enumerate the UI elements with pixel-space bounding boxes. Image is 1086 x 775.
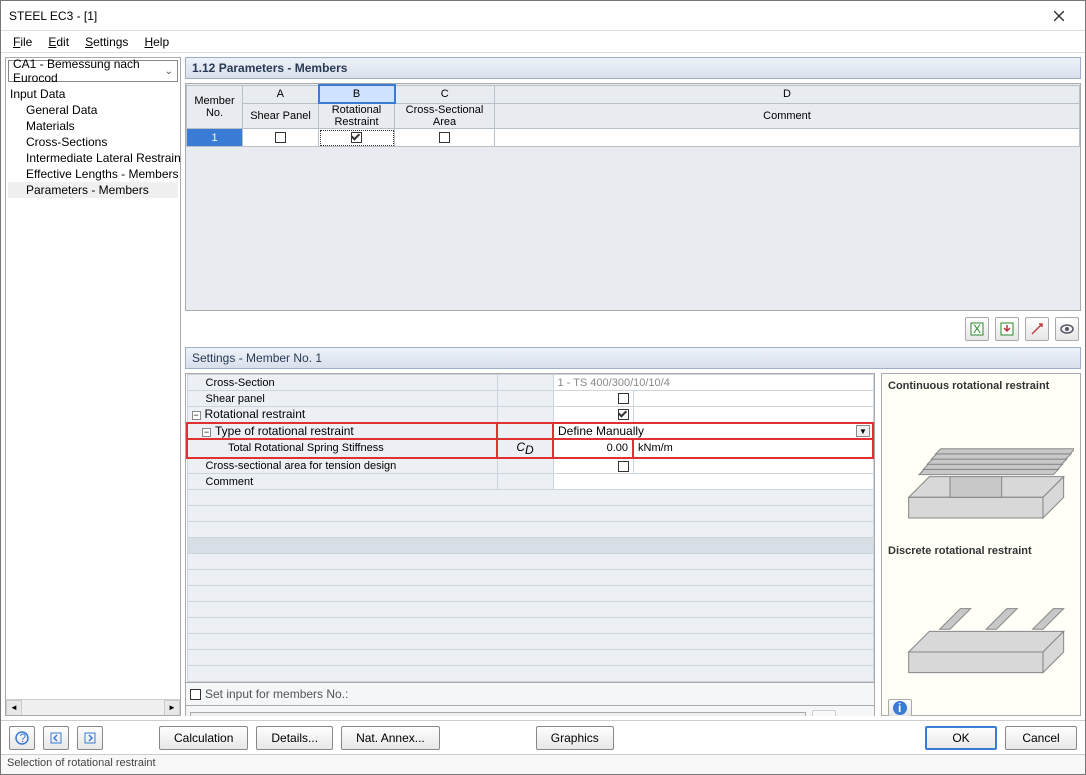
details-button[interactable]: Details... — [256, 726, 333, 750]
col-rot[interactable]: Rotational Restraint — [319, 103, 395, 129]
setinput-check[interactable]: Set input for members No.: — [190, 687, 348, 701]
annex-button[interactable]: Nat. Annex... — [341, 726, 440, 750]
prev-button[interactable] — [43, 726, 69, 750]
export-excel-button[interactable]: X — [965, 317, 989, 341]
col-shear[interactable]: Shear Panel — [243, 103, 319, 129]
prop-cross-section-value: 1 - TS 400/300/10/10/4 — [553, 375, 873, 391]
cell-comment-1[interactable] — [495, 129, 1080, 147]
menu-help[interactable]: Help — [136, 33, 177, 51]
prop-stiffness-unit: kNm/m — [633, 439, 873, 458]
prop-type-label[interactable]: −Type of rotational restraint — [187, 423, 497, 439]
checkbox-icon[interactable] — [618, 393, 629, 404]
tree-root[interactable]: Input Data — [8, 86, 178, 102]
checkbox-checked-icon[interactable] — [618, 409, 629, 420]
checkbox-icon[interactable] — [618, 461, 629, 472]
settings-title: Settings - Member No. 1 — [185, 347, 1081, 369]
close-button[interactable] — [1037, 2, 1081, 30]
prop-shear-panel-value[interactable] — [553, 391, 633, 407]
discrete-restraint-image — [888, 559, 1074, 693]
checkbox-icon[interactable] — [275, 132, 286, 143]
tree-item-materials[interactable]: Materials — [8, 118, 178, 134]
prop-rotational-value[interactable] — [553, 407, 633, 423]
col-member-no[interactable]: Member No. — [187, 85, 243, 129]
prop-comment-value[interactable] — [553, 474, 873, 490]
view-button[interactable] — [1055, 317, 1079, 341]
properties-grid: Cross-Section 1 - TS 400/300/10/10/4 She… — [185, 373, 875, 683]
col-cross[interactable]: Cross-Sectional Area — [395, 103, 495, 129]
all-check[interactable]: All — [842, 715, 870, 716]
collapse-icon[interactable]: − — [202, 428, 211, 437]
cell-rot-1[interactable] — [319, 129, 395, 147]
pick-members-button[interactable] — [812, 710, 836, 716]
prop-stiffness-value[interactable]: 0.00 — [553, 439, 633, 458]
prop-cs-area-label: Cross-sectional area for tension design — [187, 458, 497, 474]
page-title: 1.12 Parameters - Members — [185, 57, 1081, 79]
menu-settings[interactable]: Settings — [77, 33, 136, 51]
prop-cs-area-value[interactable] — [553, 458, 633, 474]
info-button[interactable]: i — [888, 699, 912, 716]
window-title: STEEL EC3 - [1] — [9, 9, 1037, 23]
preview-title-1: Continuous rotational restraint — [888, 380, 1074, 392]
cancel-button[interactable]: Cancel — [1005, 726, 1077, 750]
scroll-left-icon[interactable]: ◄ — [6, 700, 22, 716]
row-header-1[interactable]: 1 — [187, 129, 243, 147]
menu-file[interactable]: File — [5, 33, 40, 51]
all-label: All — [857, 715, 870, 716]
col-letter-d[interactable]: D — [495, 85, 1080, 103]
preview-title-2: Discrete rotational restraint — [888, 545, 1074, 557]
dropdown-icon[interactable]: ▼ — [856, 425, 870, 437]
next-button[interactable] — [77, 726, 103, 750]
menu-edit[interactable]: Edit — [40, 33, 77, 51]
calc-button[interactable]: Calculation — [159, 726, 248, 750]
tree-item-restraints[interactable]: Intermediate Lateral Restraints — [8, 150, 178, 166]
menubar: File Edit Settings Help — [1, 31, 1085, 53]
tree-item-cross-sections[interactable]: Cross-Sections — [8, 134, 178, 150]
cell-cross-1[interactable] — [395, 129, 495, 147]
setinput-field — [190, 712, 806, 716]
prop-stiffness-symbol: CD — [497, 439, 553, 458]
prop-comment-label: Comment — [187, 474, 497, 490]
scroll-right-icon[interactable]: ► — [164, 700, 180, 716]
svg-text:?: ? — [20, 731, 27, 745]
svg-text:X: X — [973, 322, 981, 336]
case-combo[interactable]: CA1 - Bemessung nach Eurocod ⌄ — [8, 60, 178, 82]
prop-type-value[interactable]: Define Manually▼ — [553, 423, 873, 439]
col-letter-b[interactable]: B — [319, 85, 395, 103]
ok-button[interactable]: OK — [925, 726, 997, 750]
prop-stiffness-label: Total Rotational Spring Stiffness — [187, 439, 497, 458]
import-button[interactable] — [995, 317, 1019, 341]
prop-shear-panel-label: Shear panel — [187, 391, 497, 407]
tree-item-eff-lengths[interactable]: Effective Lengths - Members — [8, 166, 178, 182]
prop-cross-section-label: Cross-Section — [187, 375, 497, 391]
prop-rotational-label[interactable]: −Rotational restraint — [187, 407, 497, 423]
col-comment[interactable]: Comment — [495, 103, 1080, 129]
tree-scrollbar[interactable]: ◄ ► — [6, 699, 180, 715]
nav-tree: Input Data General Data Materials Cross-… — [6, 84, 180, 699]
tree-item-general[interactable]: General Data — [8, 102, 178, 118]
chevron-down-icon: ⌄ — [165, 66, 173, 77]
setinput-label: Set input for members No.: — [205, 687, 348, 701]
svg-text:i: i — [898, 701, 901, 715]
members-grid[interactable]: Member No. A B C D Shear Panel Rotationa… — [185, 83, 1081, 311]
col-letter-c[interactable]: C — [395, 85, 495, 103]
preview-pane: Continuous rotational restraint — [881, 373, 1081, 716]
case-combo-value: CA1 - Bemessung nach Eurocod — [13, 57, 173, 85]
col-letter-a[interactable]: A — [243, 85, 319, 103]
status-bar: Selection of rotational restraint — [1, 754, 1085, 774]
checkbox-icon[interactable] — [439, 132, 450, 143]
pick-button[interactable] — [1025, 317, 1049, 341]
help-button[interactable]: ? — [9, 726, 35, 750]
cell-shear-1[interactable] — [243, 129, 319, 147]
tree-item-parameters[interactable]: Parameters - Members — [8, 182, 178, 198]
checkbox-checked-icon[interactable] — [351, 132, 362, 143]
checkbox-icon — [190, 689, 201, 700]
continuous-restraint-image — [888, 394, 1074, 539]
graphics-button[interactable]: Graphics — [536, 726, 614, 750]
collapse-icon[interactable]: − — [192, 411, 201, 420]
